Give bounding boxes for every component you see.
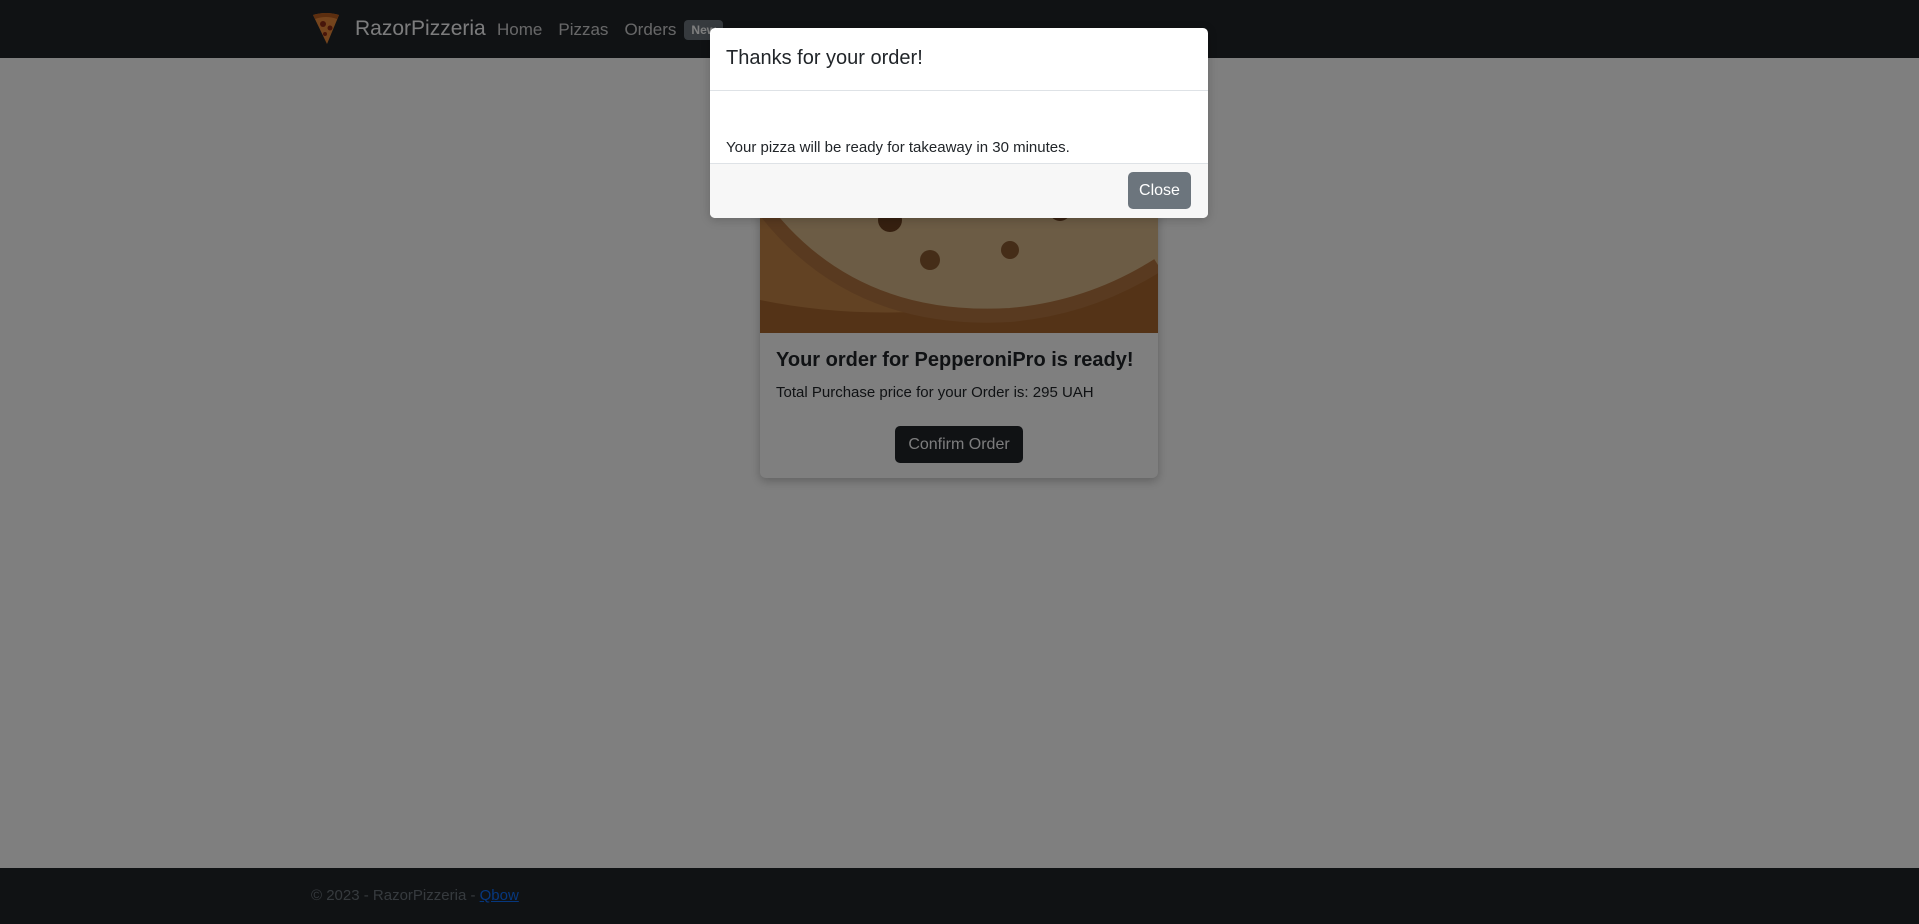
- close-button[interactable]: Close: [1128, 172, 1191, 209]
- modal-message: Your pizza will be ready for takeaway in…: [726, 139, 1070, 156]
- modal-footer: Close: [710, 163, 1208, 218]
- modal-title: Thanks for your order!: [726, 47, 923, 69]
- modal-header: Thanks for your order!: [710, 28, 1208, 91]
- order-confirmation-modal: Thanks for your order! Your pizza will b…: [710, 28, 1208, 218]
